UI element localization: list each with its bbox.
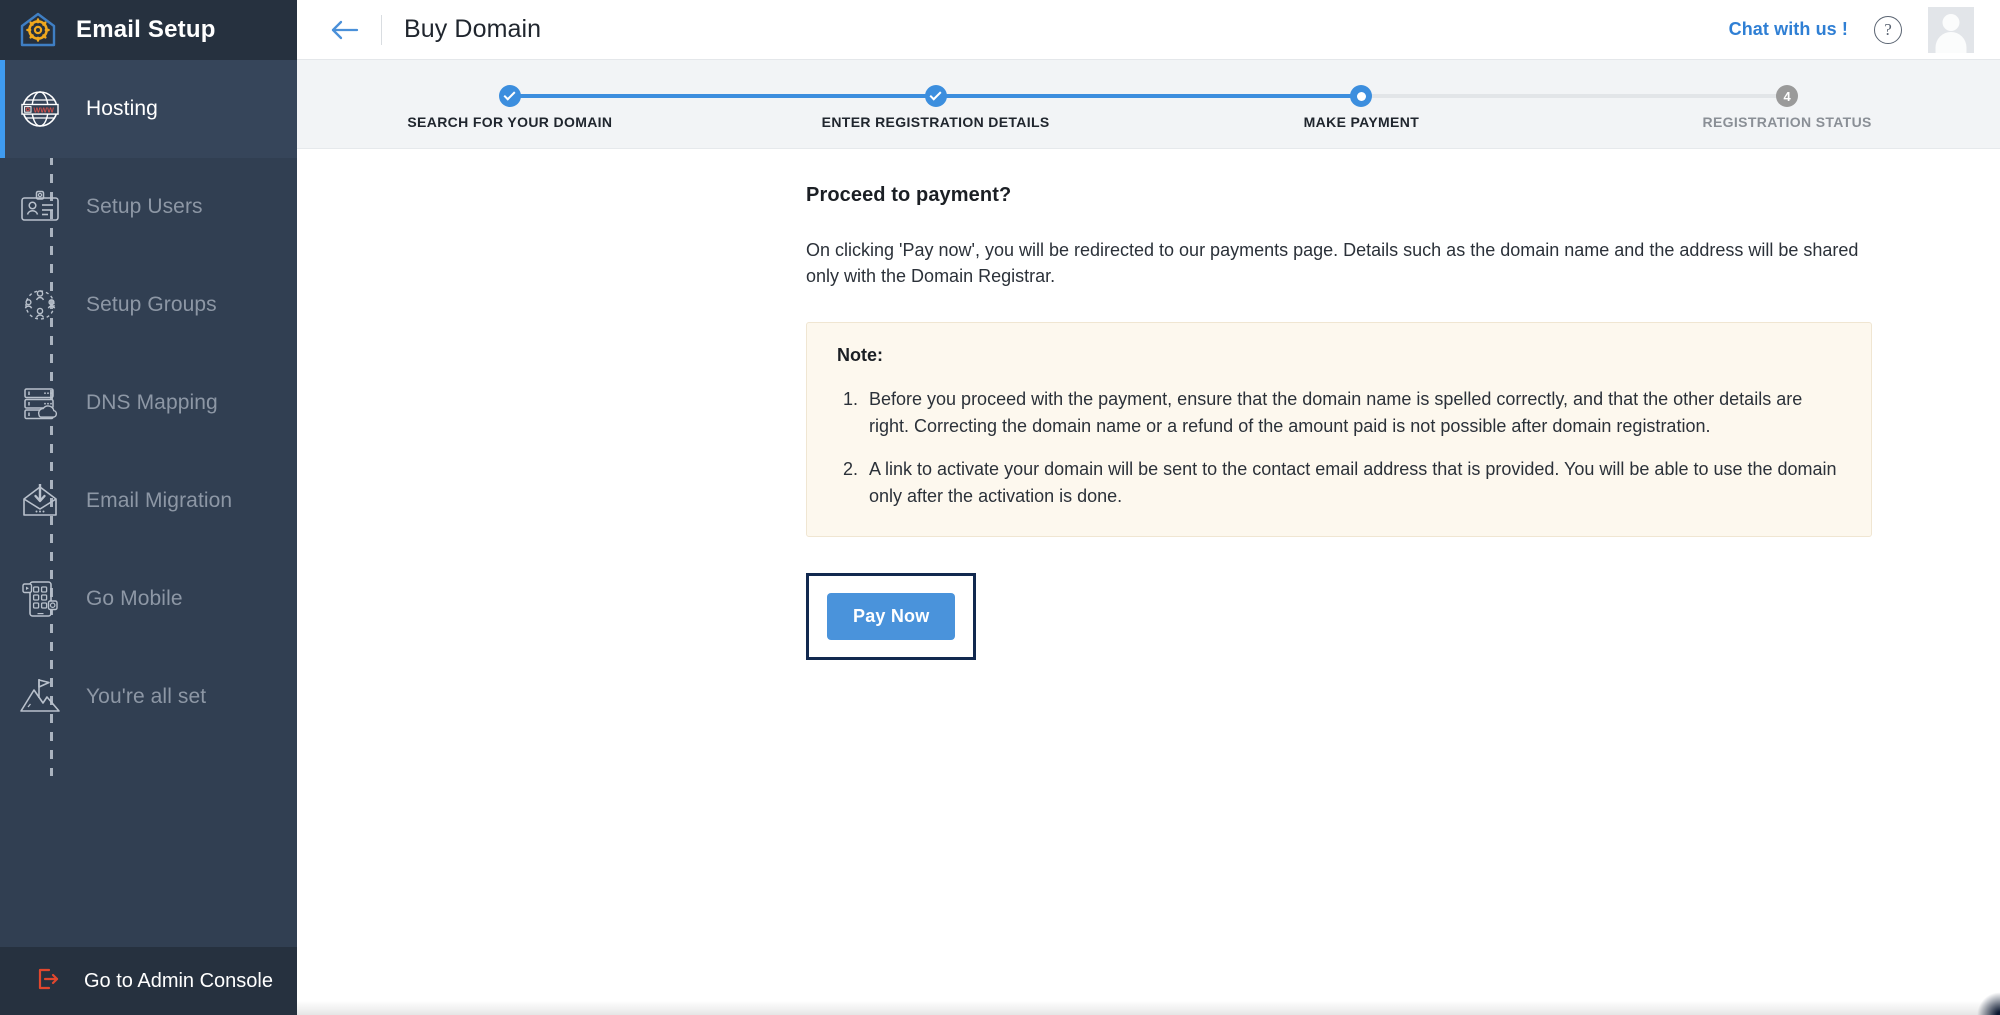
sidebar-item-label: Email Migration [86, 489, 233, 512]
step-search-for-your-domain[interactable]: SEARCH FOR YOUR DOMAIN [297, 60, 723, 148]
pay-now-highlight: Pay Now [806, 573, 977, 661]
app-window: Email Setup WWW Hosting Setup Users Setu… [0, 0, 2000, 1015]
step-marker [1350, 85, 1373, 107]
sidebar-item-label: Go Mobile [86, 587, 183, 610]
pay-now-button[interactable]: Pay Now [827, 593, 956, 641]
avatar[interactable] [1928, 6, 1974, 53]
sidebar-item-email-migration[interactable]: Email Migration [0, 452, 297, 550]
sidebar-brand-title: Email Setup [76, 16, 216, 43]
step-marker [498, 85, 521, 107]
sidebar-header: Email Setup [0, 0, 297, 60]
envelope-download-icon [14, 473, 66, 529]
step-label: REGISTRATION STATUS [1702, 114, 1872, 130]
step-enter-registration-details[interactable]: ENTER REGISTRATION DETAILS [722, 60, 1149, 148]
sidebar-item-label: Setup Users [86, 195, 203, 218]
content-area: Proceed to payment? On clicking 'Pay now… [297, 149, 2000, 1015]
page-title: Buy Domain [404, 15, 542, 43]
step-bar-right [509, 94, 723, 98]
svg-text:WWW: WWW [34, 106, 55, 115]
sidebar-item-setup-groups[interactable]: Setup Groups [0, 256, 297, 354]
avatar-body [1935, 31, 1967, 53]
topbar: Buy Domain Chat with us ! ? [297, 0, 2000, 60]
step-marker: 4 [1776, 85, 1799, 107]
sidebar-item-youre-all-set[interactable]: You're all set [0, 648, 297, 746]
note-box: Note: Before you proceed with the paymen… [806, 322, 1872, 538]
note-list: Before you proceed with the payment, ens… [837, 386, 1841, 510]
step-label: SEARCH FOR YOUR DOMAIN [407, 114, 613, 130]
section-heading: Proceed to payment? [806, 184, 1012, 206]
sidebar-nav: WWW Hosting Setup Users Setup Groups DNS… [0, 60, 297, 776]
sidebar-item-hosting[interactable]: WWW Hosting [0, 60, 297, 158]
sidebar-item-label: Setup Groups [86, 293, 217, 316]
note-list-item: A link to activate your domain will be s… [863, 456, 1841, 510]
corner-shade [1974, 989, 2000, 1015]
go-to-admin-console-label: Go to Admin Console [84, 969, 273, 992]
user-group-icon [14, 277, 66, 333]
lead-paragraph: On clicking 'Pay now', you will be redir… [806, 240, 1859, 287]
progress-stepper: SEARCH FOR YOUR DOMAIN ENTER REGISTRATIO… [297, 60, 2000, 149]
mobile-apps-icon [14, 571, 66, 627]
step-number: 4 [1776, 85, 1799, 107]
step-marker [924, 85, 947, 107]
question-mark-icon[interactable]: ? [1874, 15, 1902, 44]
globe-www-icon: WWW [14, 81, 66, 137]
step-registration-status[interactable]: 4 REGISTRATION STATUS [1574, 60, 2000, 148]
sidebar-item-setup-users[interactable]: Setup Users [0, 158, 297, 256]
step-label: ENTER REGISTRATION DETAILS [821, 114, 1050, 130]
main-area: Buy Domain Chat with us ! ? SEARCH FOR Y… [297, 0, 2000, 1015]
note-list-item: Before you proceed with the payment, ens… [863, 386, 1841, 440]
sidebar-item-label: Hosting [86, 97, 158, 120]
step-bar-right [935, 94, 1149, 98]
logout-icon [34, 965, 62, 998]
step-bar-left [1148, 94, 1362, 98]
mountain-flag-icon [14, 669, 66, 725]
topbar-divider [381, 14, 382, 45]
go-to-admin-console-button[interactable]: Go to Admin Console [0, 947, 297, 1015]
server-cloud-icon [14, 375, 66, 431]
house-gear-icon [16, 8, 60, 52]
note-title: Note: [837, 345, 883, 366]
arrow-left-icon[interactable] [323, 8, 367, 52]
sidebar-item-label: You're all set [86, 685, 207, 708]
step-bar-right [1787, 94, 2000, 98]
topbar-right: Chat with us ! ? [1729, 6, 1974, 53]
step-bar-left [297, 94, 510, 98]
step-label: MAKE PAYMENT [1303, 114, 1420, 130]
bottom-shadow [297, 1001, 2000, 1015]
avatar-head [1942, 13, 1960, 31]
sidebar-item-go-mobile[interactable]: Go Mobile [0, 550, 297, 648]
step-bar-right [1361, 94, 1575, 98]
chat-with-us-link[interactable]: Chat with us ! [1729, 19, 1848, 40]
step-make-payment[interactable]: MAKE PAYMENT [1148, 60, 1575, 148]
step-bar-left [1574, 94, 1788, 98]
sidebar-item-label: DNS Mapping [86, 391, 218, 414]
id-card-user-icon [14, 179, 66, 235]
step-bar-left [722, 94, 936, 98]
sidebar: Email Setup WWW Hosting Setup Users Setu… [0, 0, 297, 1015]
sidebar-item-dns-mapping[interactable]: DNS Mapping [0, 354, 297, 452]
